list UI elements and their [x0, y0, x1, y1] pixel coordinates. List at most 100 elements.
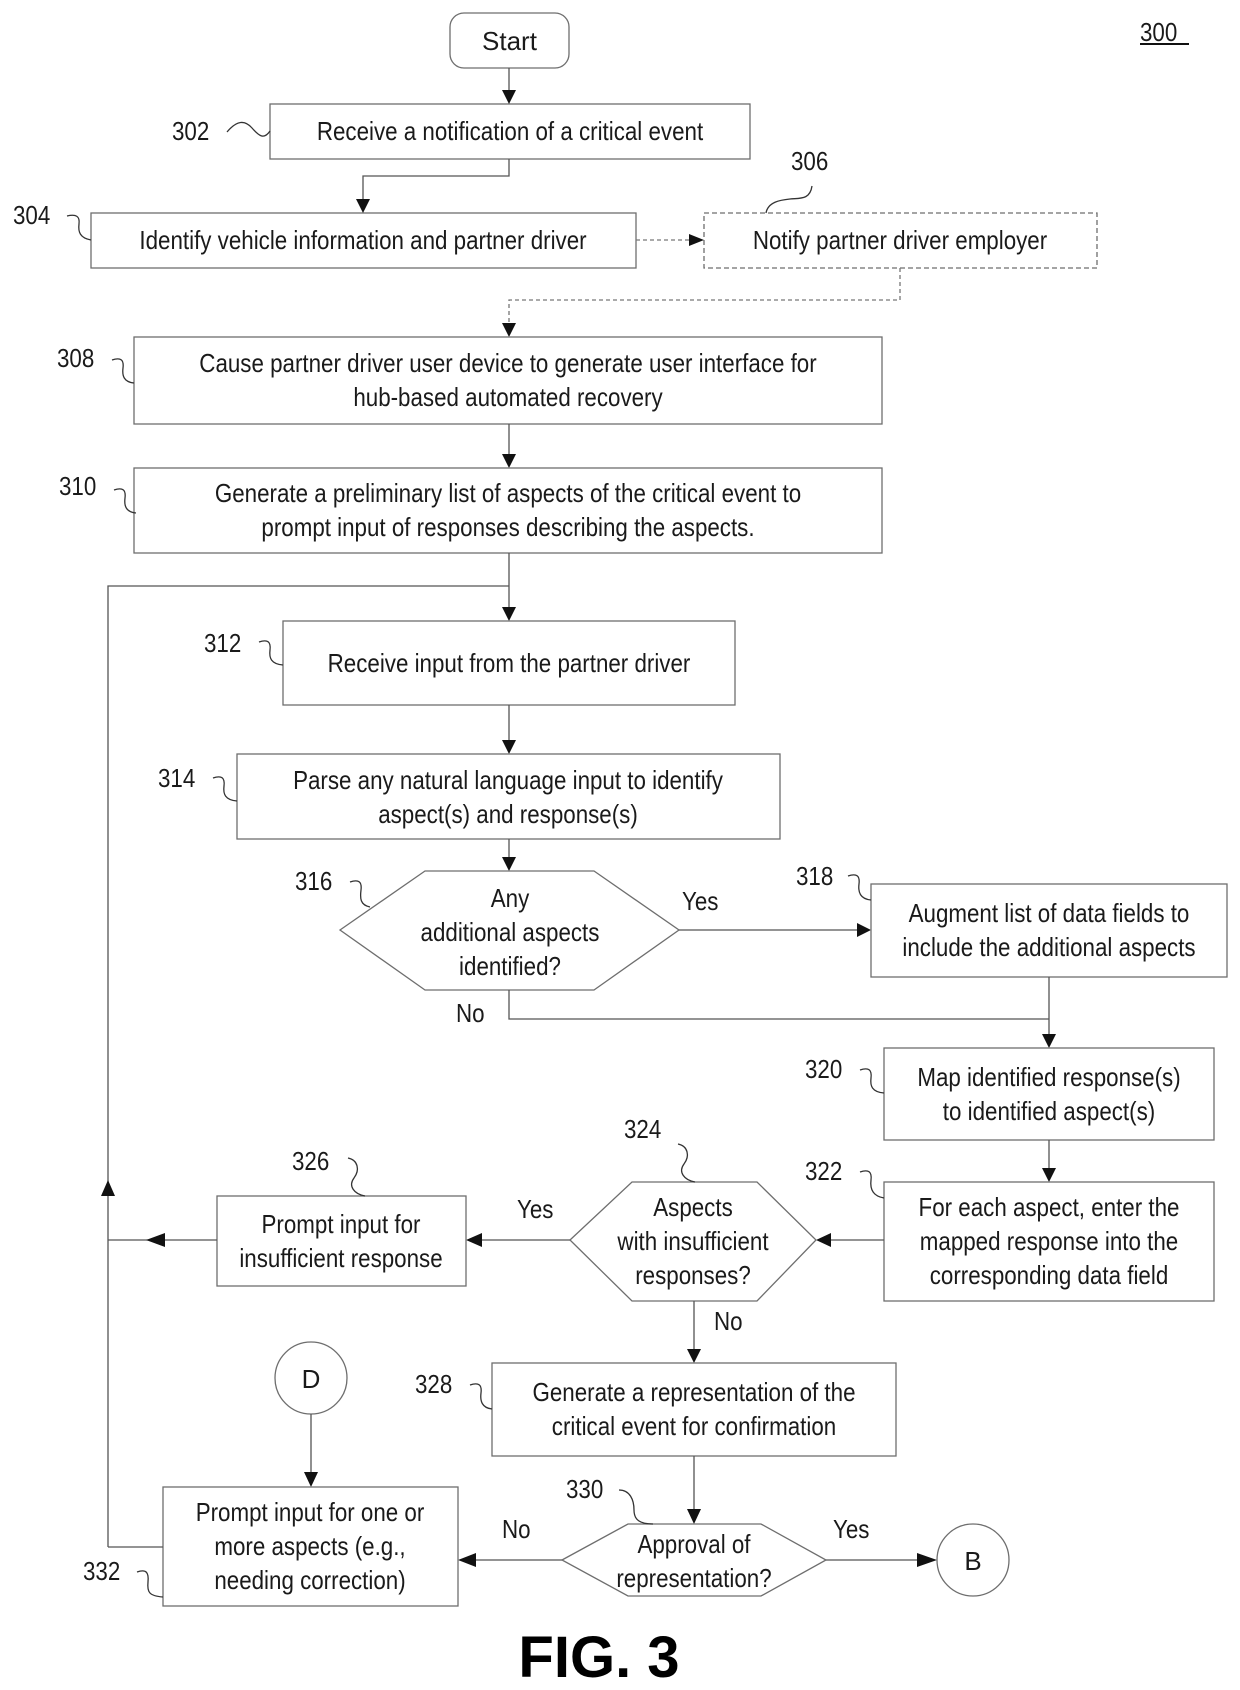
leader-312 [258, 640, 284, 666]
ref-302: 302 [172, 117, 209, 146]
step-306-text: Notify partner driver employer [753, 226, 1047, 255]
node-text-line: include the additional aspects [902, 933, 1195, 962]
leader-306 [765, 185, 813, 214]
node-text-line: Receive input from the partner driver [328, 649, 691, 678]
step-328-box [491, 1362, 897, 1457]
label-324-no: No [714, 1307, 743, 1336]
arrowhead [687, 1349, 701, 1363]
node-text-line: mapped response into the [920, 1227, 1178, 1256]
node-text-line: Receive a notification of a critical eve… [317, 117, 704, 146]
node-text-line: needing correction) [214, 1566, 405, 1595]
ref-308: 308 [57, 344, 94, 373]
arrowhead [502, 90, 516, 104]
node-text-line: with insufficient [617, 1227, 769, 1256]
arrowhead [917, 1553, 937, 1567]
ref-332: 332 [83, 1557, 120, 1586]
node-text-line: Augment list of data fields to [909, 899, 1190, 928]
edge-302-304 [362, 159, 510, 200]
ref-310: 310 [59, 472, 96, 501]
ref-324: 324 [624, 1115, 661, 1144]
ref-304: 304 [13, 201, 50, 230]
leader-314 [212, 776, 238, 802]
ref-330: 330 [566, 1475, 603, 1504]
connector-b-label: B [964, 1546, 981, 1576]
arrowhead [687, 1509, 701, 1524]
ref-306: 306 [791, 147, 828, 176]
node-text-line: Generate a representation of the [532, 1378, 855, 1407]
arrowhead [857, 923, 871, 937]
node-text-line: more aspects (e.g., [214, 1532, 405, 1561]
arrowhead [356, 199, 370, 213]
label-330-yes: Yes [833, 1515, 869, 1544]
arrowhead [466, 1233, 482, 1247]
arrowhead [502, 454, 516, 468]
arrowhead [101, 1180, 115, 1196]
leader-330 [618, 1489, 654, 1525]
edge-306-308 [508, 268, 901, 324]
label-330-no: No [502, 1515, 531, 1544]
arrowhead [146, 1233, 165, 1247]
node-text-line: corresponding data field [930, 1261, 1169, 1290]
ref-328: 328 [415, 1370, 452, 1399]
leader-320 [859, 1068, 885, 1094]
label-316-no: No [456, 999, 485, 1028]
leader-308 [111, 358, 135, 384]
step-318-box [870, 883, 1228, 978]
node-text-line: responses? [635, 1261, 751, 1290]
node-text-line: Approval of [637, 1530, 750, 1559]
node-text-line: Prompt input for [262, 1210, 421, 1239]
node-text-line: prompt input of responses describing the… [261, 513, 754, 542]
start-label: Start [482, 26, 538, 56]
node-text-line: aspect(s) and response(s) [378, 800, 638, 829]
ref-312: 312 [204, 629, 241, 658]
node-text-line: Any [491, 884, 530, 913]
node-text-line: Notify partner driver employer [753, 226, 1047, 255]
node-text-line: Prompt input for one or [196, 1498, 425, 1527]
label-324-yes: Yes [517, 1195, 553, 1224]
leader-302 [226, 121, 271, 137]
node-text-line: For each aspect, enter the [919, 1193, 1180, 1222]
ref-316: 316 [295, 867, 332, 896]
node-text-line: Generate a preliminary list of aspects o… [215, 479, 801, 508]
step-312-text: Receive input from the partner driver [328, 649, 691, 678]
leader-316 [349, 880, 371, 908]
node-text-line: additional aspects [421, 918, 600, 947]
step-322-text: For each aspect, enter the mapped respons… [919, 1193, 1180, 1290]
step-332-text: Prompt input for one or more aspects (e.g… [196, 1498, 425, 1595]
ref-314: 314 [158, 764, 195, 793]
node-text-line: insufficient response [239, 1244, 442, 1273]
ref-326: 326 [292, 1147, 329, 1176]
node-text-line: Cause partner driver user device to gene… [199, 349, 816, 378]
node-text-line: critical event for confirmation [552, 1412, 836, 1441]
edge-316-no [508, 990, 1049, 1020]
leader-326 [347, 1157, 366, 1197]
node-text-line: Aspects [653, 1193, 733, 1222]
arrowhead [816, 1233, 831, 1247]
ref-318: 318 [796, 862, 833, 891]
label-316-yes: Yes [682, 887, 718, 916]
ref-320: 320 [805, 1055, 842, 1084]
arrowhead [304, 1472, 318, 1487]
leader-310 [113, 488, 137, 514]
node-text-line: identified? [459, 952, 561, 981]
node-text-line: Map identified response(s) [917, 1063, 1180, 1092]
arrowhead [502, 323, 516, 337]
node-text-line: hub-based automated recovery [353, 383, 663, 412]
step-302-text: Receive a notification of a critical eve… [317, 117, 704, 146]
arrowhead [502, 740, 516, 754]
leader-304 [66, 214, 92, 241]
arrowhead [502, 607, 516, 621]
arrowhead [458, 1553, 476, 1567]
leader-332 [136, 1570, 164, 1598]
arrowhead [1042, 1034, 1056, 1048]
leader-322 [859, 1170, 885, 1199]
ref-322: 322 [805, 1157, 842, 1186]
leader-328 [469, 1383, 493, 1410]
leader-318 [847, 874, 872, 901]
step-304-text: Identify vehicle information and partner… [139, 226, 586, 255]
figure-caption: FIG. 3 [518, 1625, 679, 1690]
arrowhead [1042, 1168, 1056, 1182]
arrowhead [689, 234, 704, 246]
connector-d-label: D [302, 1364, 321, 1394]
node-text-line: to identified aspect(s) [943, 1097, 1155, 1126]
